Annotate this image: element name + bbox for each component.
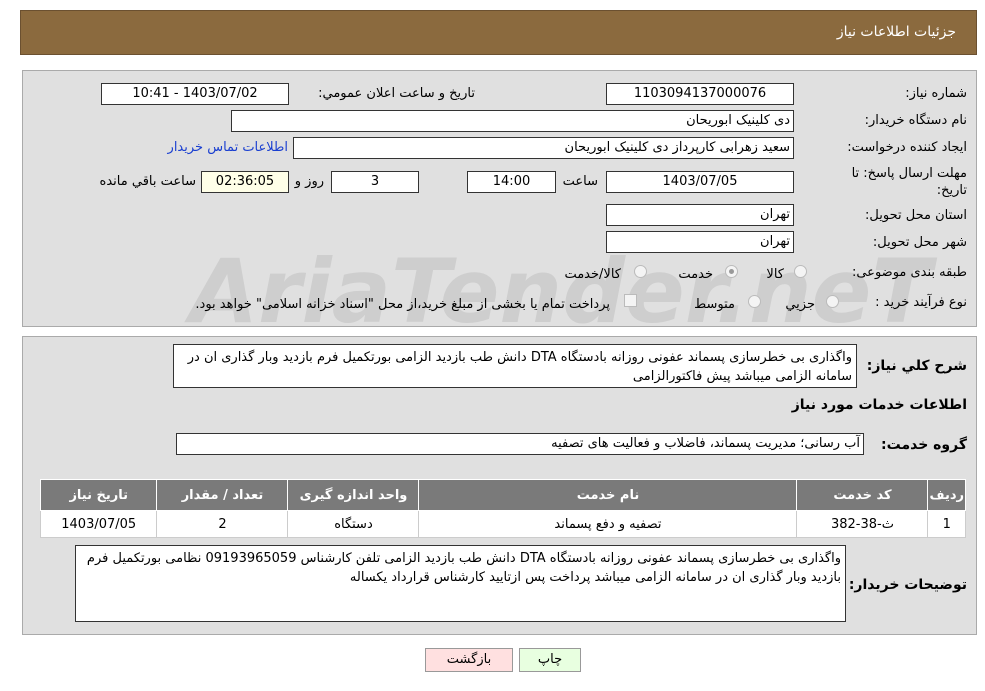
- buyer-notes-label: توضیحات خریدار:: [848, 577, 967, 593]
- announce-field: 1403/07/02 - 10:41: [101, 83, 289, 105]
- payment-note: پرداخت تمام یا بخشی از مبلغ خرید،از محل …: [195, 297, 610, 312]
- back-button[interactable]: بازگشت: [425, 648, 513, 672]
- table-header: ردیف کد خدمت نام خدمت واحد اندازه گیری ت…: [39, 479, 966, 511]
- cell-unit: دستگاه: [287, 510, 420, 538]
- process-label: نوع فرآیند خرید :: [875, 295, 967, 310]
- service-group-field: آب رسانی؛ مدیریت پسماند، فاضلاب و فعالیت…: [176, 433, 864, 455]
- announce-label: تاریخ و ساعت اعلان عمومي:: [318, 86, 475, 101]
- city-field: تهران: [606, 231, 794, 253]
- time-label: ساعت: [562, 174, 598, 189]
- province-label: استان محل تحویل:: [865, 208, 967, 223]
- cell-name: تصفیه و دفع پسماند: [418, 510, 798, 538]
- services-title: اطلاعات خدمات مورد نیاز: [791, 397, 967, 413]
- cell-row: 1: [927, 510, 966, 538]
- description-label: شرح کلي نیاز:: [866, 358, 967, 374]
- cell-qty: 2: [156, 510, 289, 538]
- deadline-date-field: 1403/07/05: [606, 171, 794, 193]
- buyer-notes-text: واگذاری بی خطرسازی پسماند عفونی روزانه ب…: [75, 545, 846, 622]
- category-option-service: خدمت: [678, 267, 713, 282]
- print-button[interactable]: چاپ: [519, 648, 581, 672]
- days-field: 3: [331, 171, 419, 193]
- city-label: شهر محل تحویل:: [872, 235, 967, 250]
- province-field: تهران: [606, 204, 794, 226]
- page-header: جزئیات اطلاعات نیاز: [20, 10, 977, 55]
- col-qty: تعداد / مقدار: [156, 479, 289, 511]
- buyer-contact-link[interactable]: اطلاعات تماس خریدار: [168, 140, 288, 155]
- process-option-medium: متوسط: [694, 297, 735, 312]
- page-title: جزئیات اطلاعات نیاز: [836, 24, 956, 40]
- deadline-time-field: 14:00: [467, 171, 556, 193]
- cell-date: 1403/07/05: [39, 510, 158, 538]
- col-unit: واحد اندازه گیری: [287, 479, 420, 511]
- need-number-field: 1103094137000076: [606, 83, 794, 105]
- days-label: روز و: [294, 174, 324, 189]
- cell-code: ث-38-382: [796, 510, 929, 538]
- buyer-field: دی کلینیک ابوریحان: [231, 110, 794, 132]
- process-radio-minor[interactable]: [826, 295, 839, 308]
- service-group-label: گروه خدمت:: [881, 437, 967, 453]
- watermark: AriaTender.neT: [190, 240, 932, 343]
- remaining-label: ساعت باقي مانده: [99, 174, 196, 189]
- payment-checkbox[interactable]: [624, 294, 637, 307]
- table-row: 1 ث-38-382 تصفیه و دفع پسماند دستگاه 2 1…: [39, 510, 966, 538]
- buyer-label: نام دستگاه خریدار:: [864, 113, 967, 128]
- category-label: طبقه بندی موضوعی:: [851, 265, 967, 280]
- category-radio-goods[interactable]: [794, 265, 807, 278]
- deadline-label: مهلت ارسال پاسخ: تا تاریخ:: [851, 166, 967, 198]
- col-name: نام خدمت: [418, 479, 798, 511]
- need-number-label: شماره نیاز:: [905, 86, 967, 101]
- process-option-minor: جزيي: [785, 297, 815, 312]
- col-row: ردیف: [927, 479, 966, 511]
- process-radio-medium[interactable]: [748, 295, 761, 308]
- remaining-time-field: 02:36:05: [201, 171, 289, 193]
- category-option-goods-service: کالا/خدمت: [564, 267, 621, 282]
- category-option-goods: کالا: [766, 267, 784, 282]
- services-table: ردیف کد خدمت نام خدمت واحد اندازه گیری ت…: [39, 479, 966, 538]
- col-date: تاریخ نیاز: [39, 479, 158, 511]
- creator-label: ایجاد کننده درخواست:: [847, 140, 967, 155]
- category-radio-service[interactable]: [725, 265, 738, 278]
- col-code: کد خدمت: [796, 479, 929, 511]
- creator-field: سعید زهرابی کارپرداز دی کلینیک ابوریحان: [293, 137, 794, 159]
- category-radio-goods-service[interactable]: [634, 265, 647, 278]
- description-text: واگذاری بی خطرسازی پسماند عفونی روزانه ب…: [173, 344, 857, 388]
